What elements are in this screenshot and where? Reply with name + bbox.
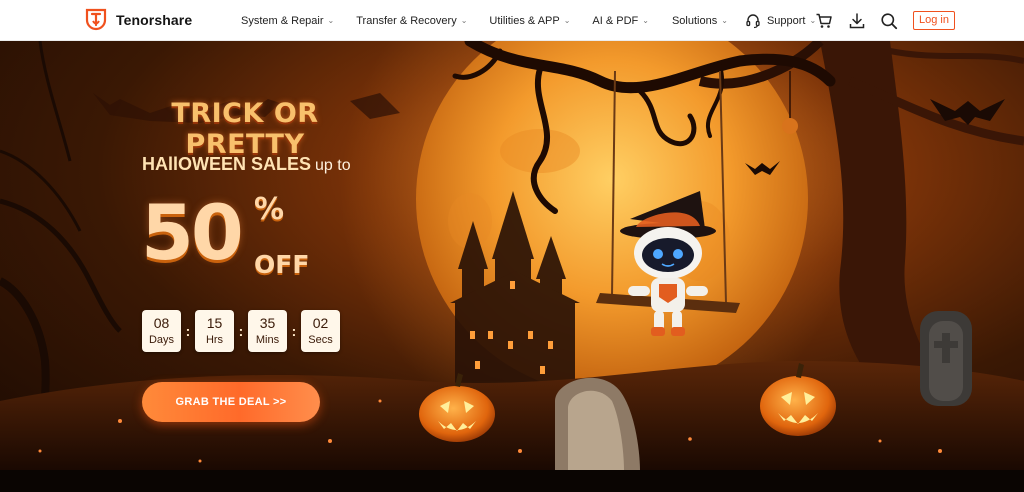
nav-ai-pdf[interactable]: AI & PDF ⌄	[592, 15, 649, 27]
page-bottom-strip	[0, 470, 1024, 492]
promo-subtitle-strong: HAllOWEEN SALES	[142, 154, 312, 174]
top-nav-bar: Tenorshare System & Repair ⌄ Transfer & …	[0, 0, 1024, 41]
promo-subtitle-rest: up to	[315, 157, 351, 174]
discount-off: OFF	[254, 250, 310, 279]
nav-utilities-app[interactable]: Utilities & APP ⌄	[489, 15, 570, 27]
login-button[interactable]: Log in	[913, 11, 955, 30]
countdown-unit: Secs	[308, 334, 333, 346]
nav-label: Transfer & Recovery	[356, 14, 457, 27]
chevron-down-icon: ⌄	[460, 16, 468, 25]
countdown-value: 08	[153, 315, 170, 331]
brand-logo-link[interactable]: Tenorshare	[84, 8, 192, 32]
grab-the-deal-button[interactable]: GRAB THE DEAL >>	[142, 382, 320, 422]
chevron-down-icon: ⌄	[721, 16, 728, 25]
countdown-separator: :	[291, 323, 297, 339]
headset-icon	[745, 13, 761, 29]
nav-label: Support	[766, 14, 806, 27]
halloween-hero-banner[interactable]: TRICK OR PRETTY HAllOWEEN SALES up to 50 …	[0, 41, 1024, 470]
countdown-timer: 08 Days : 15 Hrs : 35 Mins : 02 Secs	[142, 310, 340, 352]
countdown-value: 35	[259, 315, 276, 331]
countdown-hours: 15 Hrs	[195, 310, 234, 352]
nav-system-repair[interactable]: System & Repair ⌄	[241, 15, 334, 27]
chevron-down-icon: ⌄	[327, 16, 335, 25]
brand-name: Tenorshare	[116, 12, 193, 28]
promo-subtitle: HAllOWEEN SALES up to	[142, 154, 351, 175]
countdown-unit: Mins	[255, 334, 280, 346]
countdown-value: 02	[312, 315, 329, 331]
nav-transfer-recovery[interactable]: Transfer & Recovery ⌄	[356, 15, 467, 27]
discount-symbol: %	[254, 192, 285, 227]
countdown-days: 08 Days	[142, 310, 181, 352]
nav-solutions[interactable]: Solutions ⌄	[672, 15, 728, 27]
nav-actions: Log in	[815, 11, 955, 30]
nav-label: Utilities & APP	[489, 14, 560, 27]
cart-icon[interactable]	[815, 12, 833, 30]
countdown-value: 15	[206, 315, 223, 331]
promo-title: TRICK OR PRETTY	[171, 98, 319, 160]
countdown-seconds: 02 Secs	[301, 310, 340, 352]
countdown-unit: Days	[148, 334, 175, 346]
countdown-minutes: 35 Mins	[248, 310, 287, 352]
nav-label: System & Repair	[241, 14, 324, 27]
countdown-unit: Hrs	[205, 334, 224, 346]
countdown-separator: :	[238, 323, 244, 339]
nav-label: AI & PDF	[592, 14, 639, 27]
download-icon[interactable]	[848, 12, 866, 30]
main-menu: System & Repair ⌄ Transfer & Recovery ⌄ …	[241, 0, 816, 41]
nav-label: Solutions	[671, 14, 718, 27]
discount-number: 50	[141, 188, 244, 277]
chevron-down-icon: ⌄	[563, 16, 571, 25]
search-icon[interactable]	[880, 12, 898, 30]
chevron-down-icon: ⌄	[642, 16, 649, 25]
nav-support[interactable]: Support ⌄	[745, 13, 816, 29]
tenorshare-logo-icon	[84, 8, 108, 32]
countdown-separator: :	[185, 323, 191, 339]
